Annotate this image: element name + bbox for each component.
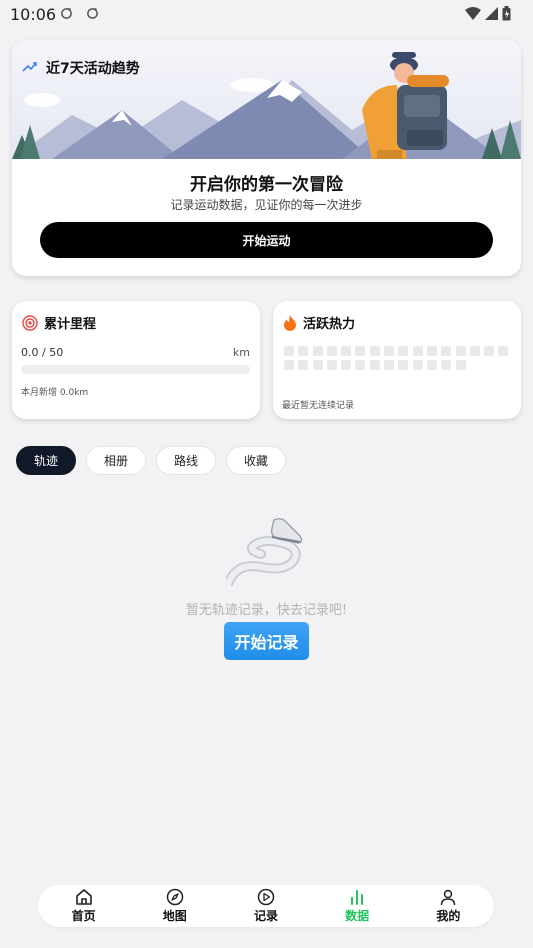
heat-note: 最近暂无连续记录	[282, 401, 355, 411]
mileage-title: 累计里程	[44, 317, 97, 332]
heat-cell	[284, 346, 294, 356]
home-icon	[75, 889, 92, 905]
nav-label: 记录	[253, 909, 278, 923]
tab-album[interactable]: 相册	[86, 446, 147, 475]
sync-icon	[61, 7, 72, 19]
heat-cell	[298, 346, 309, 356]
adventure-subtitle: 记录运动数据，见证你的每一次进步	[170, 198, 363, 212]
heat-cell	[498, 346, 509, 356]
tab-track[interactable]: 轨迹	[16, 446, 77, 475]
bar-chart-icon	[351, 890, 364, 905]
heat-cell	[384, 346, 395, 356]
heat-grid	[284, 346, 514, 370]
status-time: 10:06	[10, 5, 57, 24]
nav-data[interactable]: 数据	[327, 888, 387, 924]
heat-cell	[455, 346, 466, 356]
heat-cell	[398, 346, 409, 356]
trend-title: 近7天活动趋势	[46, 61, 140, 77]
heat-cell	[369, 346, 380, 356]
empty-track-illustration	[226, 517, 303, 586]
nav-label: 首页	[71, 909, 96, 923]
content-tabs: 轨迹 相册 路线 收藏	[16, 446, 287, 475]
battery-icon	[502, 6, 511, 21]
adventure-headline: 开启你的第一次冒险	[190, 175, 343, 195]
month-added-note: 本月新增 0.0km	[21, 388, 89, 398]
heat-cell	[441, 360, 452, 370]
mileage-card: 累计里程 0.0 / 50 km 本月新增 0.0km	[12, 301, 260, 419]
mileage-unit: km	[232, 346, 250, 359]
heat-cell	[441, 346, 452, 356]
tab-favorites[interactable]: 收藏	[226, 446, 287, 475]
heat-cell	[384, 360, 395, 370]
heat-cell	[426, 360, 437, 370]
mileage-value: 0.0 / 50	[21, 346, 64, 359]
heat-cell	[341, 360, 352, 370]
heat-title: 活跃热力	[303, 317, 356, 332]
nav-home[interactable]: 首页	[54, 888, 114, 924]
activity-heat-card: 活跃热力 最近暂无连续记录	[273, 301, 521, 419]
target-icon	[22, 314, 38, 331]
heat-cell	[341, 346, 352, 356]
heat-cell	[312, 346, 323, 356]
nav-label: 地图	[162, 909, 187, 923]
status-bar: 10:06	[0, 0, 533, 30]
heat-cell	[355, 346, 366, 356]
nav-label: 我的	[436, 909, 461, 923]
nav-record[interactable]: 记录	[236, 888, 296, 924]
nav-map[interactable]: 地图	[145, 888, 205, 924]
heat-cell	[412, 346, 423, 356]
nav-profile[interactable]: 我的	[418, 888, 478, 924]
mileage-progress-bar	[21, 365, 250, 374]
heat-cell	[326, 346, 337, 356]
heat-cell	[284, 360, 294, 370]
play-circle-icon	[257, 888, 275, 906]
start-recording-button[interactable]: 开始记录	[224, 622, 309, 660]
heat-cell	[398, 360, 409, 370]
compass-icon	[166, 888, 184, 906]
wifi-icon	[465, 7, 481, 20]
bottom-navigation: 首页 地图 记录 数据 我的	[38, 885, 494, 927]
fire-icon	[284, 314, 296, 331]
start-exercise-button[interactable]: 开始运动	[40, 222, 493, 258]
tab-route[interactable]: 路线	[156, 446, 217, 475]
heat-cell	[326, 360, 337, 370]
heat-cell	[355, 360, 366, 370]
heat-cell	[426, 346, 437, 356]
heat-cell	[469, 346, 480, 356]
nav-label: 数据	[345, 909, 370, 923]
heat-cell	[412, 360, 423, 370]
hero-card: 近7天活动趋势 开启你的第一次冒险 记录运动数据，见证你的每一次进步 开始运动	[12, 40, 521, 276]
heat-cell	[484, 346, 495, 356]
heat-cell	[369, 360, 380, 370]
user-icon	[441, 889, 456, 906]
heat-cell	[455, 360, 466, 370]
trend-up-icon	[22, 62, 37, 72]
signal-icon	[485, 7, 498, 20]
heat-cell	[312, 360, 323, 370]
heat-cell	[298, 360, 309, 370]
sync-icon	[87, 7, 98, 19]
empty-state-text: 暂无轨迹记录，快去记录吧!	[185, 603, 348, 618]
